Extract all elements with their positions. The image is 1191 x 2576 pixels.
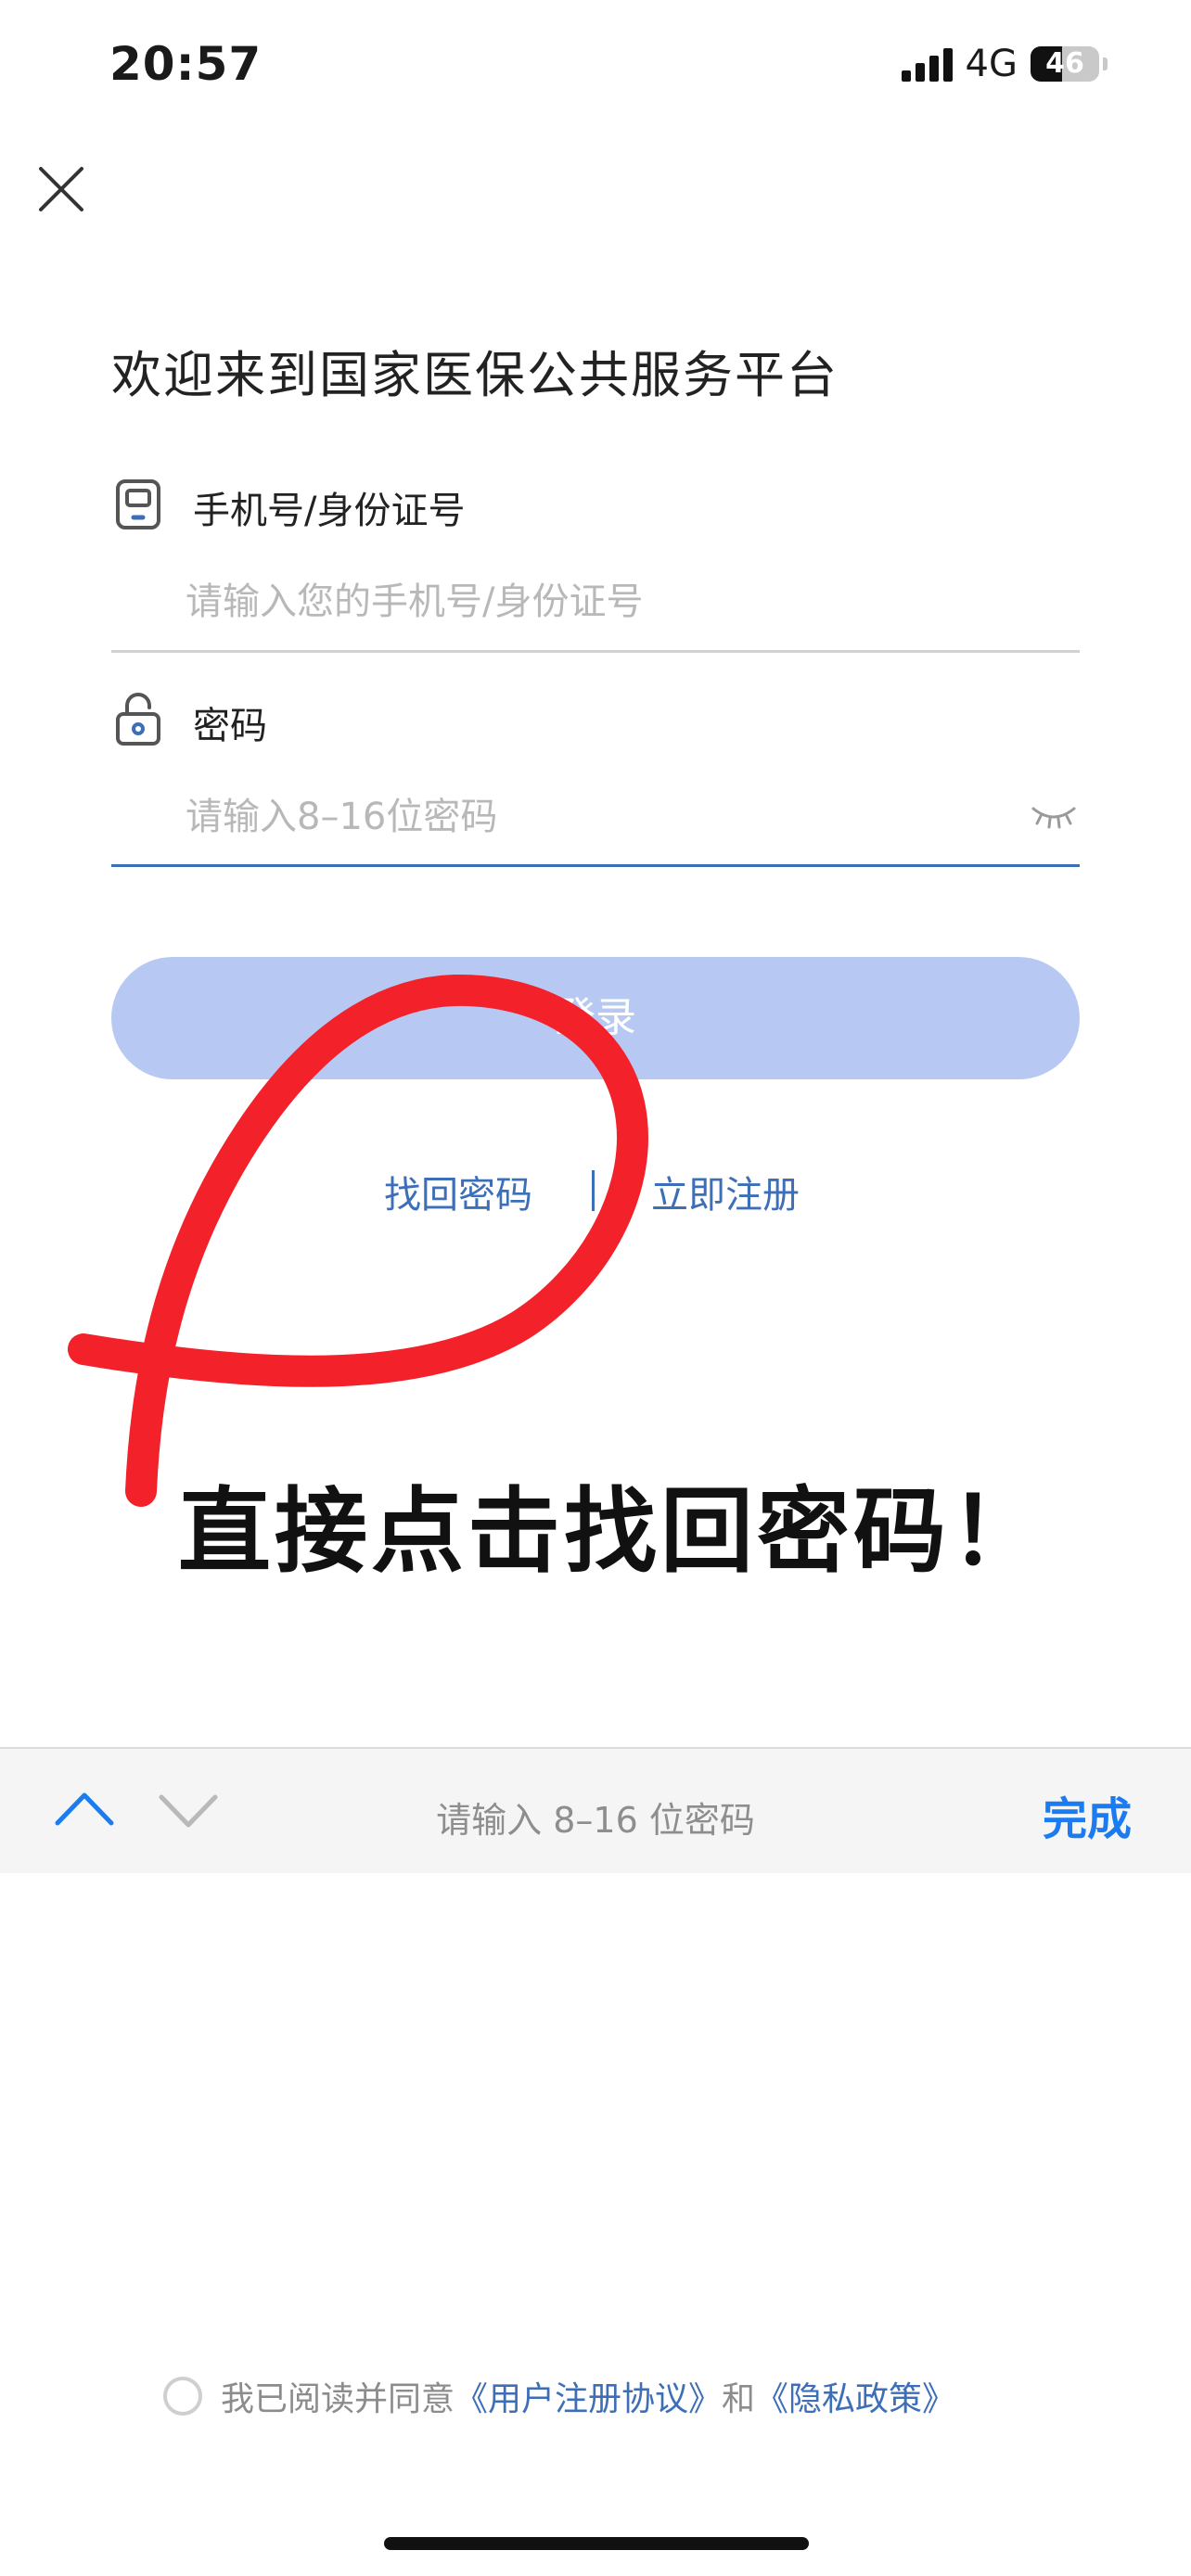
annotation-text: 直接点击找回密码！ — [178, 1477, 1046, 1586]
home-indicator — [384, 2537, 809, 2550]
agreement-prefix: 我已阅读并同意 — [221, 2380, 455, 2418]
agreement-row: 我已阅读并同意 《用户注册协议》 和 《隐私政策》 — [163, 2372, 955, 2420]
keyboard-hint: 请输入 8–16 位密码 — [436, 1800, 755, 1841]
agreement-and: 和 — [722, 2380, 756, 2418]
privacy-policy-link[interactable]: 《隐私政策》 — [755, 2372, 955, 2420]
user-agreement-link[interactable]: 《用户注册协议》 — [455, 2372, 722, 2420]
agreement-checkbox[interactable] — [163, 2377, 202, 2416]
annotation-stroke — [68, 974, 648, 1507]
done-button[interactable]: 完成 — [1043, 1782, 1132, 1847]
